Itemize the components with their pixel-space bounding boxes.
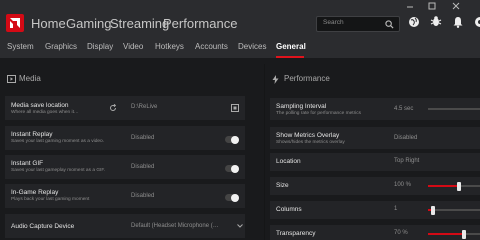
- instant-replay-row: Instant Replay Saves your last gaming mo…: [5, 126, 245, 150]
- save-location-value: D:\ReLive: [131, 104, 158, 110]
- amd-logo-icon[interactable]: [6, 14, 24, 32]
- columns-row: Columns 1: [270, 201, 480, 219]
- tab-general[interactable]: General: [276, 42, 306, 51]
- tab-video[interactable]: Video: [123, 42, 143, 51]
- sampling-interval-row: Sampling Interval The polling rate for p…: [270, 98, 480, 120]
- instant-replay-value: Disabled: [131, 135, 155, 141]
- maximize-icon[interactable]: [428, 2, 436, 10]
- slider-fill: [428, 185, 460, 187]
- media-heading: Media: [19, 74, 41, 83]
- media-icon: [7, 75, 16, 83]
- row-description: Plays back your last gaming moment: [11, 197, 90, 202]
- row-title: Size: [276, 182, 289, 189]
- audio-capture-device-row[interactable]: Audio Capture Device Default (Headset Mi…: [5, 214, 245, 238]
- row-title: Sampling Interval: [276, 103, 327, 110]
- search-input[interactable]: Search: [316, 16, 400, 32]
- slider-thumb[interactable]: [462, 229, 467, 239]
- instant-gif-value: Disabled: [131, 164, 155, 170]
- row-title: Show Metrics Overlay: [276, 132, 340, 139]
- slider-thumb[interactable]: [431, 205, 436, 215]
- transparency-value: 70 %: [394, 230, 408, 236]
- in-game-replay-row: In-Game Replay Plays back your last gami…: [5, 184, 245, 208]
- reset-icon[interactable]: [109, 104, 117, 112]
- tab-hotkeys[interactable]: Hotkeys: [155, 42, 184, 51]
- show-metrics-overlay-row: Show Metrics Overlay Shows/hides the met…: [270, 127, 480, 149]
- tab-accounts[interactable]: Accounts: [195, 42, 228, 51]
- columns-slider[interactable]: [428, 205, 480, 215]
- row-description: Saves your last gameplay moment as a GIF…: [11, 168, 106, 173]
- minimize-icon[interactable]: [406, 3, 414, 9]
- instant-gif-toggle[interactable]: [225, 164, 239, 173]
- size-slider[interactable]: [428, 181, 480, 191]
- slider-fill: [428, 233, 465, 235]
- transparency-row: Transparency 70 %: [270, 225, 480, 240]
- section-divider: [264, 64, 265, 240]
- tab-display[interactable]: Display: [87, 42, 113, 51]
- row-title: Instant Replay: [11, 131, 53, 138]
- search-icon: [385, 20, 394, 29]
- audio-capture-device-value: Default (Headset Microphone (…: [131, 223, 219, 229]
- row-description: Where all media goes when it…: [11, 110, 79, 115]
- row-title: Transparency: [276, 230, 316, 237]
- show-metrics-overlay-value: Disabled: [394, 135, 418, 141]
- location-row[interactable]: Location Top Right: [270, 153, 480, 171]
- row-title: In-Game Replay: [11, 189, 59, 196]
- size-row: Size 100 %: [270, 177, 480, 195]
- active-tab-indicator: [276, 56, 304, 58]
- tab-system[interactable]: System: [7, 42, 34, 51]
- gear-icon[interactable]: [472, 15, 480, 29]
- in-game-replay-value: Disabled: [131, 193, 155, 199]
- row-title: Location: [276, 158, 301, 165]
- close-icon[interactable]: [452, 2, 460, 10]
- nav-streaming[interactable]: Streaming: [110, 16, 169, 31]
- location-value: Top Right: [394, 158, 420, 164]
- row-description: Shows/hides the metrics overlay: [276, 140, 345, 145]
- nav-gaming[interactable]: Gaming: [66, 16, 112, 31]
- sampling-interval-slider[interactable]: [428, 108, 480, 110]
- folder-icon[interactable]: [231, 104, 239, 112]
- instant-replay-toggle[interactable]: [225, 135, 239, 144]
- sampling-interval-value: 4.5 sec: [394, 106, 414, 112]
- globe-icon[interactable]: [408, 16, 420, 28]
- row-title: Audio Capture Device: [11, 223, 75, 230]
- row-description: The polling rate for performance metrics: [276, 111, 362, 116]
- nav-home[interactable]: Home: [31, 16, 66, 31]
- row-title: Media save location: [11, 102, 69, 109]
- instant-gif-row: Instant GIF Saves your last gameplay mom…: [5, 155, 245, 179]
- lightning-icon: [272, 75, 279, 84]
- performance-heading: Performance: [284, 74, 330, 83]
- bug-icon[interactable]: [430, 15, 442, 27]
- row-description: Saves your last gaming moment as a video…: [11, 139, 105, 144]
- slider-thumb[interactable]: [457, 181, 462, 191]
- tab-devices[interactable]: Devices: [238, 42, 266, 51]
- settings-tabs: System Graphics Display Video Hotkeys Ac…: [0, 38, 480, 58]
- tab-graphics[interactable]: Graphics: [45, 42, 77, 51]
- chevron-down-icon: [237, 224, 243, 228]
- row-title: Instant GIF: [11, 160, 44, 167]
- nav-performance[interactable]: Performance: [163, 16, 237, 31]
- bell-icon[interactable]: [452, 16, 464, 28]
- in-game-replay-toggle[interactable]: [225, 193, 239, 202]
- search-placeholder: Search: [323, 19, 344, 26]
- transparency-slider[interactable]: [428, 229, 480, 239]
- columns-value: 1: [394, 206, 398, 212]
- row-title: Columns: [276, 206, 302, 213]
- size-value: 100 %: [394, 182, 412, 188]
- media-save-location-row[interactable]: Media save location Where all media goes…: [5, 96, 245, 120]
